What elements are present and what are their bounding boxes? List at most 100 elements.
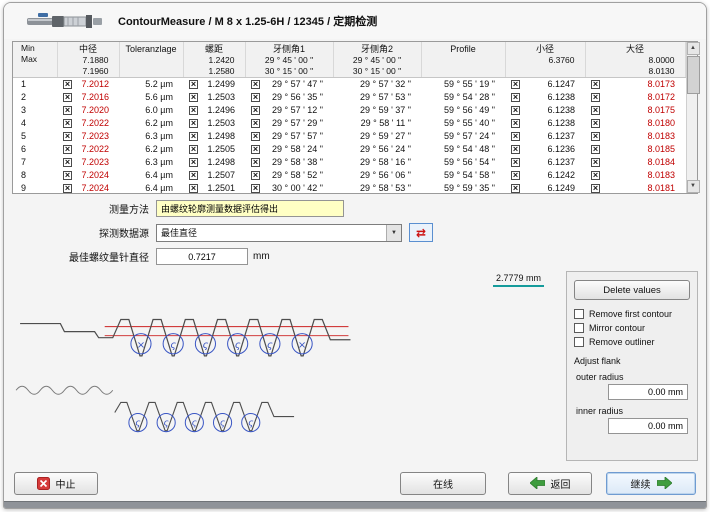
- cell-pitch-diameter: ×7.2023: [57, 156, 119, 169]
- checkbox-icon[interactable]: ×: [511, 132, 520, 141]
- cell-pitch-diameter: ×7.2022: [57, 117, 119, 130]
- cell-major-diameter: ×8.0183: [585, 130, 685, 143]
- svg-text:ς: ς: [202, 340, 208, 351]
- cell-tolerance: 6.3 µm: [119, 156, 183, 169]
- column-header-flank-angle-2: 牙侧角2 29 ° 45 ' 00 " 30 ° 15 ' 00 ": [333, 42, 421, 78]
- cell-minor-diameter: ×6.1237: [505, 156, 585, 169]
- row-index: 2: [21, 92, 26, 102]
- checkbox-icon[interactable]: ×: [251, 132, 260, 141]
- svg-text:ς: ς: [220, 419, 226, 429]
- checkbox-icon[interactable]: ×: [189, 119, 198, 128]
- row-index: 4: [21, 118, 26, 128]
- checkbox-icon[interactable]: ×: [189, 106, 198, 115]
- cell-pitch-diameter: ×7.2016: [57, 91, 119, 104]
- inner-radius-field[interactable]: [608, 418, 688, 434]
- checkbox-icon[interactable]: ×: [591, 119, 600, 128]
- cell-profile: 59 ° 56 ' 49 ": [421, 104, 505, 117]
- checkbox-icon[interactable]: [574, 309, 584, 319]
- outer-radius-field[interactable]: [608, 384, 688, 400]
- column-header-minor-diameter: 小径 6.3760: [505, 42, 585, 78]
- table-row[interactable]: 8 ×7.2024 6.4 µm ×1.2507 ×29 ° 58 ' 52 "…: [13, 169, 685, 182]
- table-row[interactable]: 5 ×7.2023 6.3 µm ×1.2498 ×29 ° 57 ' 57 "…: [13, 130, 685, 143]
- source-select[interactable]: 最佳直径 ▼: [156, 224, 402, 242]
- checkbox-icon[interactable]: ×: [63, 119, 72, 128]
- table-scrollbar[interactable]: ▲ ▼: [686, 42, 698, 193]
- checkbox-icon[interactable]: ×: [591, 106, 600, 115]
- measurement-table: Min Max 中径 7.1880 7.1960 Toleranzlage 螺距…: [13, 42, 686, 195]
- option-label: Remove first contour: [589, 309, 672, 319]
- table-row[interactable]: 6 ×7.2022 6.2 µm ×1.2505 ×29 ° 58 ' 24 "…: [13, 143, 685, 156]
- checkbox-icon[interactable]: ×: [251, 184, 260, 193]
- cell-pitch: ×1.2498: [183, 130, 245, 143]
- pin-diameter-field[interactable]: [156, 248, 248, 265]
- checkbox-icon[interactable]: ×: [189, 132, 198, 141]
- checkbox-icon[interactable]: ×: [591, 171, 600, 180]
- checkbox-icon[interactable]: ×: [591, 132, 600, 141]
- checkbox-icon[interactable]: ×: [63, 132, 72, 141]
- checkbox-icon[interactable]: ×: [591, 184, 600, 193]
- checkbox-icon[interactable]: ×: [189, 93, 198, 102]
- checkbox-icon[interactable]: ×: [63, 184, 72, 193]
- checkbox-icon[interactable]: ×: [251, 145, 260, 154]
- scrollbar-thumb[interactable]: [687, 56, 700, 94]
- abort-button[interactable]: 中止: [14, 472, 98, 495]
- checkbox-icon[interactable]: [574, 337, 584, 347]
- checkbox-icon[interactable]: ×: [591, 80, 600, 89]
- checkbox-icon[interactable]: ×: [63, 93, 72, 102]
- checkbox-icon[interactable]: ×: [591, 93, 600, 102]
- table-row[interactable]: 7 ×7.2023 6.3 µm ×1.2498 ×29 ° 58 ' 38 "…: [13, 156, 685, 169]
- checkbox-icon[interactable]: ×: [63, 106, 72, 115]
- checkbox-icon[interactable]: ×: [591, 145, 600, 154]
- checkbox-icon[interactable]: ×: [63, 145, 72, 154]
- checkbox-icon[interactable]: ×: [189, 158, 198, 167]
- table-row[interactable]: 3 ×7.2020 6.0 µm ×1.2496 ×29 ° 57 ' 12 "…: [13, 104, 685, 117]
- checkbox-icon[interactable]: ×: [511, 145, 520, 154]
- option-row[interactable]: Mirror contour: [574, 323, 690, 333]
- back-button[interactable]: 返回: [508, 472, 592, 495]
- table-row[interactable]: 4 ×7.2022 6.2 µm ×1.2503 ×29 ° 57 ' 29 "…: [13, 117, 685, 130]
- checkbox-icon[interactable]: ×: [251, 158, 260, 167]
- checkbox-icon[interactable]: ×: [251, 171, 260, 180]
- checkbox-icon[interactable]: ×: [511, 171, 520, 180]
- checkbox-icon[interactable]: ×: [63, 80, 72, 89]
- option-row[interactable]: Remove outliner: [574, 337, 690, 347]
- cell-flank-angle-1: ×29 ° 57 ' 29 ": [245, 117, 333, 130]
- online-button[interactable]: 在线: [400, 472, 486, 495]
- checkbox-icon[interactable]: ×: [251, 93, 260, 102]
- cell-pitch-diameter: ×7.2022: [57, 143, 119, 156]
- checkbox-icon[interactable]: ×: [189, 171, 198, 180]
- checkbox-icon[interactable]: ×: [511, 119, 520, 128]
- table-row[interactable]: 9 ×7.2024 6.4 µm ×1.2501 ×30 ° 00 ' 42 "…: [13, 182, 685, 195]
- checkbox-icon[interactable]: ×: [511, 93, 520, 102]
- checkbox-icon[interactable]: ×: [189, 145, 198, 154]
- option-row[interactable]: Remove first contour: [574, 309, 690, 319]
- table-row[interactable]: 2 ×7.2016 5.6 µm ×1.2503 ×29 ° 56 ' 35 "…: [13, 91, 685, 104]
- row-index: 8: [21, 170, 26, 180]
- checkbox-icon[interactable]: ×: [251, 119, 260, 128]
- checkbox-icon[interactable]: ×: [189, 80, 198, 89]
- checkbox-icon[interactable]: ×: [511, 106, 520, 115]
- method-field[interactable]: [156, 200, 344, 217]
- checkbox-icon[interactable]: ×: [251, 80, 260, 89]
- chevron-down-icon[interactable]: ▼: [386, 225, 401, 241]
- bottom-bar: 中止 在线 返回 继续: [14, 471, 696, 495]
- scroll-up-icon[interactable]: ▲: [687, 42, 700, 55]
- checkbox-icon[interactable]: [574, 323, 584, 333]
- continue-button[interactable]: 继续: [606, 472, 696, 495]
- checkbox-icon[interactable]: ×: [63, 158, 72, 167]
- checkbox-icon[interactable]: ×: [511, 80, 520, 89]
- cell-flank-angle-2: 29 ° 58 ' 11 ": [333, 117, 421, 130]
- checkbox-icon[interactable]: ×: [189, 184, 198, 193]
- table-row[interactable]: 1 ×7.2012 5.2 µm ×1.2499 ×29 ° 57 ' 47 "…: [13, 78, 685, 91]
- measurement-table-frame: Min Max 中径 7.1880 7.1960 Toleranzlage 螺距…: [12, 41, 698, 194]
- checkbox-icon[interactable]: ×: [511, 184, 520, 193]
- checkbox-icon[interactable]: ×: [63, 171, 72, 180]
- checkbox-icon[interactable]: ×: [591, 158, 600, 167]
- recalculate-button[interactable]: ⇄: [409, 223, 433, 242]
- checkbox-icon[interactable]: ×: [511, 158, 520, 167]
- checkbox-icon[interactable]: ×: [251, 106, 260, 115]
- scroll-down-icon[interactable]: ▼: [687, 180, 700, 193]
- cell-minor-diameter: ×6.1237: [505, 130, 585, 143]
- delete-values-button[interactable]: Delete values: [574, 280, 690, 300]
- cell-minor-diameter: ×6.1236: [505, 143, 585, 156]
